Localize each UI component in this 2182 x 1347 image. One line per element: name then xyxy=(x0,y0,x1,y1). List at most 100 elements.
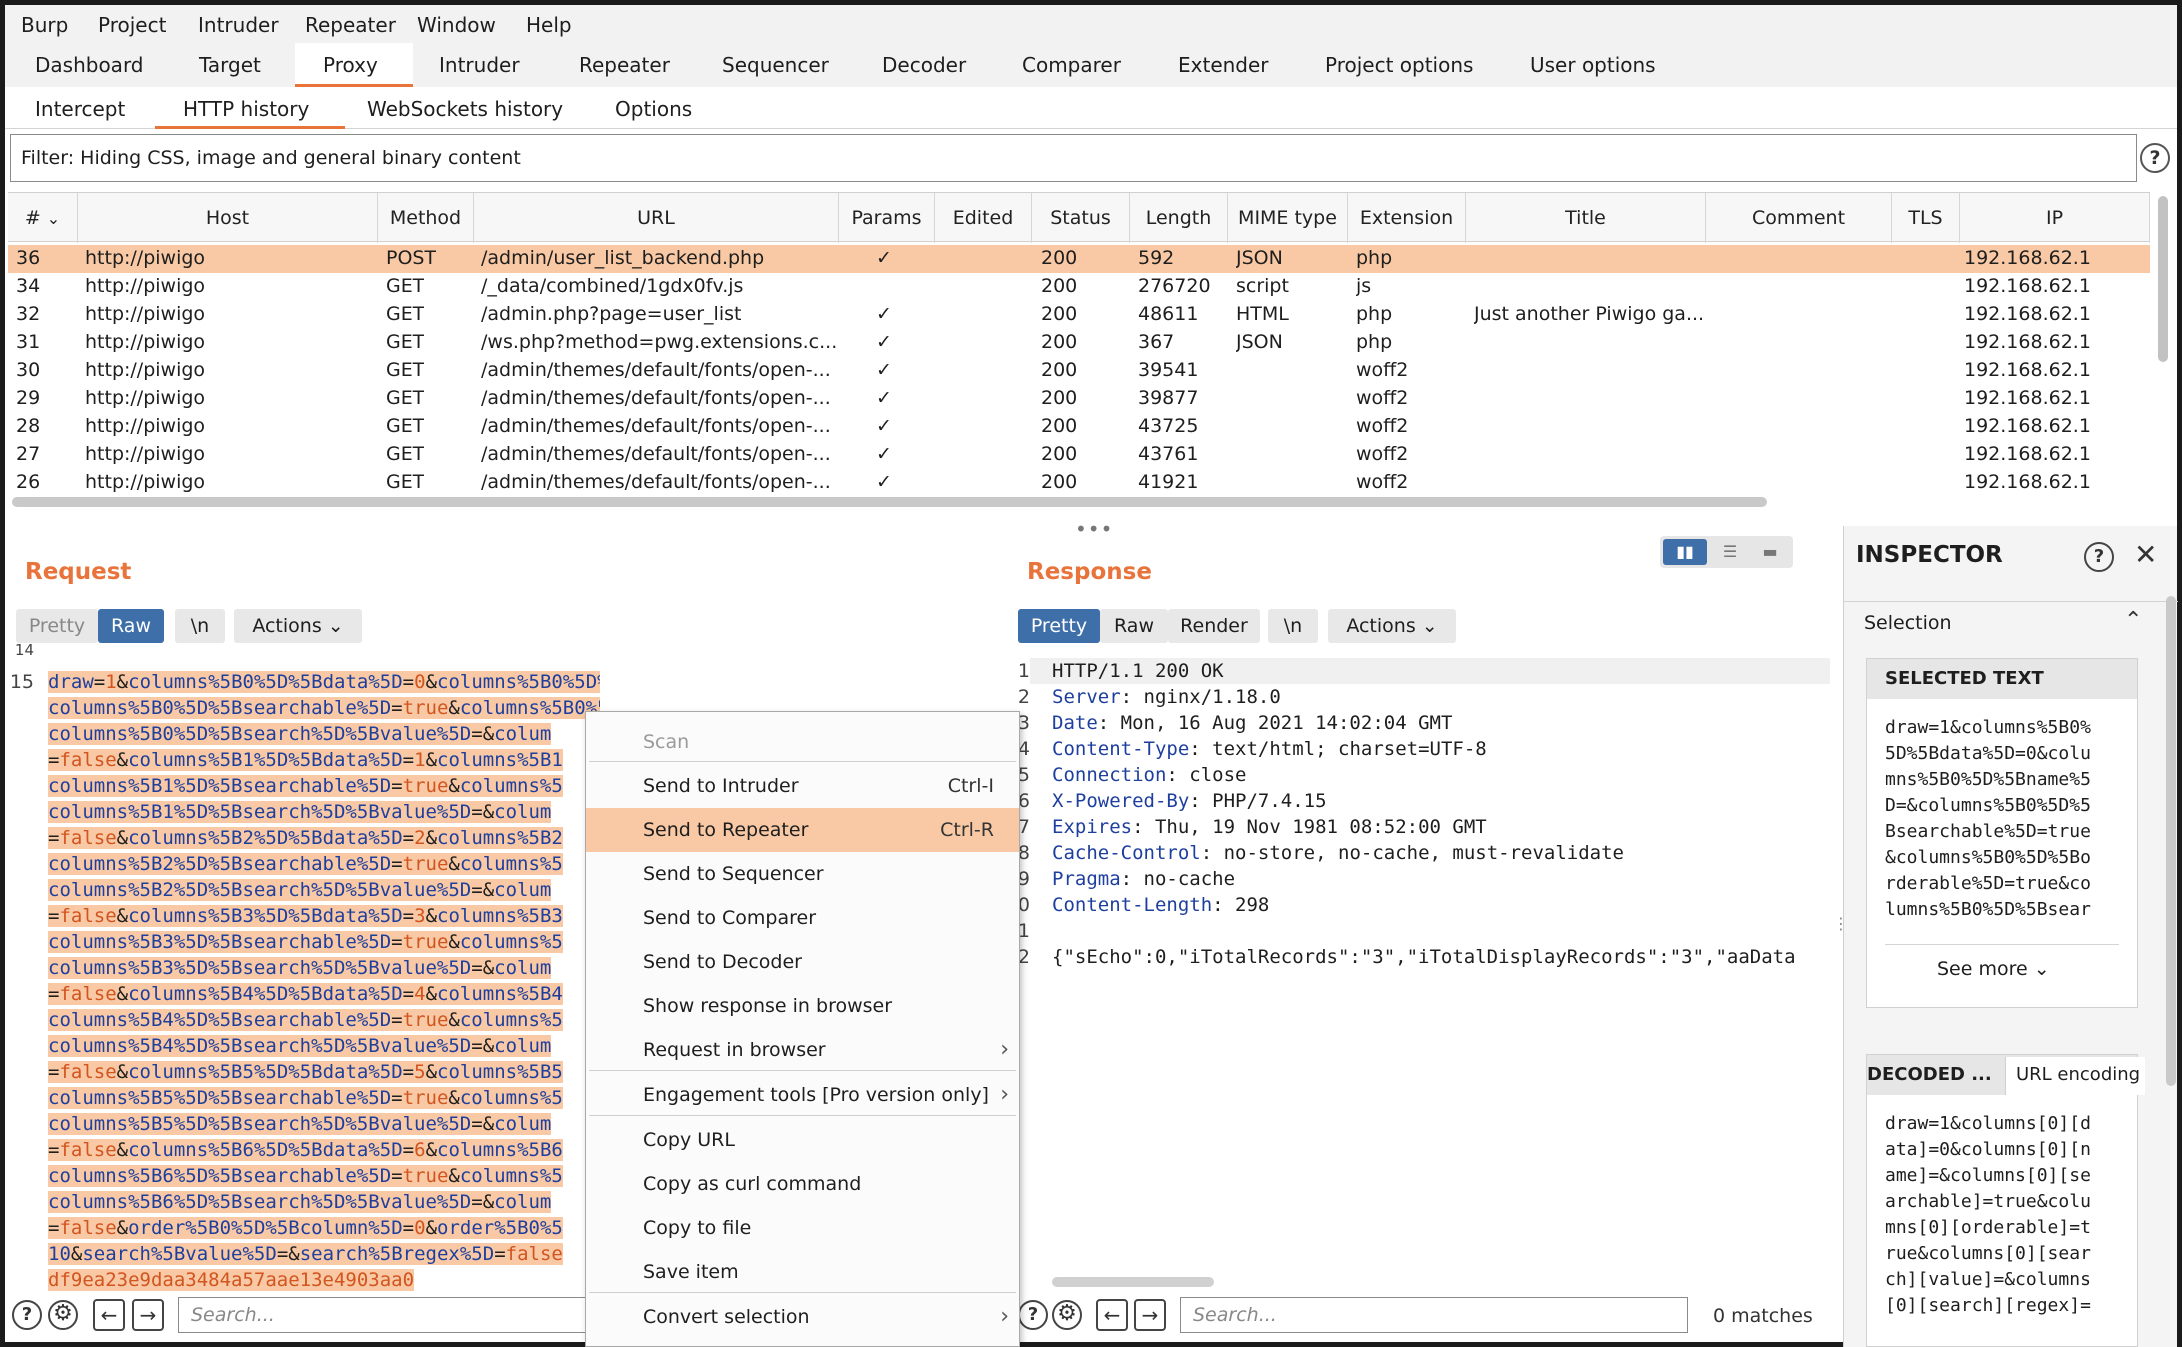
col-comment[interactable]: Comment xyxy=(1706,193,1892,243)
menu-help[interactable]: Help xyxy=(526,13,572,37)
table-row[interactable]: 26 http://piwigo GET/admin/themes/default/… xyxy=(8,469,2150,497)
table-row[interactable]: 31 http://piwigo GET/ws.php?method=pwg.ext… xyxy=(8,329,2150,357)
tab-target[interactable]: Target xyxy=(199,53,261,77)
col-extension[interactable]: Extension xyxy=(1348,193,1466,243)
context-menu-item[interactable]: Send to Repeater Ctrl-R xyxy=(586,808,1019,852)
subtab-options[interactable]: Options xyxy=(615,97,692,121)
filter-bar[interactable]: Filter: Hiding CSS, image and general bi… xyxy=(10,134,2137,182)
table-row[interactable]: 27 http://piwigo GET/admin/themes/default/… xyxy=(8,441,2150,469)
subtab-websockets-history[interactable]: WebSockets history xyxy=(367,97,563,121)
context-menu-item[interactable]: Engagement tools [Pro version only] › xyxy=(586,1073,1019,1117)
request-actions-button[interactable]: Actions ⌄ xyxy=(234,609,362,643)
request-editor[interactable]: draw=1&columns%5B0%5D%5Bdata%5D=0&column… xyxy=(0,669,600,1301)
response-render-button[interactable]: Render xyxy=(1168,609,1260,643)
col-method[interactable]: Method xyxy=(378,193,474,243)
response-actions-button[interactable]: Actions ⌄ xyxy=(1328,609,1456,643)
response-header-value: text/html; charset=UTF-8 xyxy=(1200,738,1487,760)
response-header-value: nginx/1.18.0 xyxy=(1132,686,1281,708)
request-raw-button[interactable]: Raw xyxy=(98,609,164,643)
response-editor[interactable]: HTTP/1.1 200 OK Server: nginx/1.18.0 Date:… xyxy=(1052,658,1832,978)
table-row[interactable]: 28 http://piwigo GET/admin/themes/default/… xyxy=(8,413,2150,441)
subtab-http-history[interactable]: HTTP history xyxy=(183,97,309,121)
table-vertical-scrollbar[interactable] xyxy=(2158,196,2168,362)
menu-intruder[interactable]: Intruder xyxy=(198,13,279,37)
col-status[interactable]: Status xyxy=(1032,193,1130,243)
tab-comparer[interactable]: Comparer xyxy=(1022,53,1121,77)
context-menu-item[interactable]: Convert selection › xyxy=(586,1295,1019,1339)
request-search-input[interactable]: Search... xyxy=(178,1297,586,1333)
tab-dashboard[interactable]: Dashboard xyxy=(35,53,144,77)
response-pretty-button[interactable]: Pretty xyxy=(1018,609,1100,643)
table-row[interactable]: 29 http://piwigo GET/admin/themes/default/… xyxy=(8,385,2150,413)
table-row[interactable]: 36 http://piwigo POST/admin/user_list_back… xyxy=(8,245,2150,273)
chevron-up-icon[interactable]: ⌃ xyxy=(2124,608,2142,633)
col-mime-type[interactable]: MIME type xyxy=(1228,193,1348,243)
help-icon[interactable]: ? xyxy=(2084,542,2114,572)
subtab-intercept[interactable]: Intercept xyxy=(35,97,125,121)
context-menu-item[interactable]: Send to Comparer xyxy=(586,896,1019,940)
back-arrow-icon[interactable]: ← xyxy=(93,1299,125,1331)
tab-user-options[interactable]: User options xyxy=(1530,53,1656,77)
see-more-button[interactable]: See more ⌄ xyxy=(1937,958,2050,980)
col-url[interactable]: URL xyxy=(474,193,839,243)
split-pane-handle[interactable]: ••• xyxy=(1075,517,1113,541)
menu-repeater[interactable]: Repeater xyxy=(305,13,396,37)
tab-extender[interactable]: Extender xyxy=(1178,53,1269,77)
help-icon[interactable]: ? xyxy=(12,1300,42,1330)
context-menu-label: Send to Comparer xyxy=(643,907,817,929)
table-row[interactable]: 34 http://piwigo GET /_data/combined/1gdx0f… xyxy=(8,273,2150,301)
context-menu-item[interactable]: Send to Sequencer xyxy=(586,852,1019,896)
col-edited[interactable]: Edited xyxy=(935,193,1032,243)
close-icon[interactable]: ✕ xyxy=(2134,538,2157,571)
help-icon[interactable]: ? xyxy=(1018,1300,1048,1330)
request-newline-button[interactable]: \n xyxy=(175,609,225,643)
forward-arrow-icon[interactable]: → xyxy=(1134,1299,1166,1331)
response-line-number: 1 xyxy=(1017,660,1030,682)
context-menu-item[interactable]: Send to Decoder xyxy=(586,940,1019,984)
tab-intruder[interactable]: Intruder xyxy=(439,53,520,77)
context-menu-item[interactable]: Save item xyxy=(586,1250,1019,1294)
response-search-input[interactable]: Search... xyxy=(1180,1297,1688,1333)
gear-icon[interactable]: ⚙ xyxy=(48,1300,78,1330)
context-menu-item[interactable]: Copy to file xyxy=(586,1206,1019,1250)
row-status: 200 xyxy=(1041,443,1078,465)
table-horizontal-scrollbar[interactable] xyxy=(12,497,1767,507)
table-row[interactable]: 32 http://piwigo GET/admin.php?page=user_l… xyxy=(8,301,2150,329)
request-pretty-button[interactable]: Pretty xyxy=(16,609,98,643)
stacked-layout-icon[interactable]: ☰ xyxy=(1710,539,1750,565)
context-menu-item[interactable]: Request in browser › xyxy=(586,1028,1019,1072)
col-tls[interactable]: TLS xyxy=(1892,193,1960,243)
response-newline-button[interactable]: \n xyxy=(1268,609,1318,643)
col-ip[interactable]: IP xyxy=(1960,193,2150,243)
context-menu-item[interactable]: Copy URL xyxy=(586,1118,1019,1162)
col-number[interactable]: # ⌄ xyxy=(8,193,78,243)
menu-window[interactable]: Window xyxy=(417,13,496,37)
tab-repeater[interactable]: Repeater xyxy=(579,53,670,77)
context-menu-item[interactable]: Copy as curl command xyxy=(586,1162,1019,1206)
tab-sequencer[interactable]: Sequencer xyxy=(722,53,829,77)
response-horizontal-scrollbar[interactable] xyxy=(1052,1277,1214,1287)
col-params[interactable]: Params xyxy=(839,193,935,243)
back-arrow-icon[interactable]: ← xyxy=(1096,1299,1128,1331)
help-icon[interactable]: ? xyxy=(2140,143,2170,173)
single-layout-icon[interactable]: ▬ xyxy=(1750,539,1790,565)
context-menu-item[interactable]: Send to Intruder Ctrl-I xyxy=(586,764,1019,808)
inspector-scrollbar[interactable] xyxy=(2166,596,2176,1086)
gear-icon[interactable]: ⚙ xyxy=(1052,1300,1082,1330)
col-title[interactable]: Title xyxy=(1466,193,1706,243)
row-method: GET xyxy=(386,443,425,465)
response-actions-label: Actions xyxy=(1346,615,1416,637)
forward-arrow-icon[interactable]: → xyxy=(132,1299,164,1331)
col-length[interactable]: Length xyxy=(1130,193,1228,243)
menu-project[interactable]: Project xyxy=(98,13,166,37)
menu-burp[interactable]: Burp xyxy=(21,13,68,37)
response-raw-button[interactable]: Raw xyxy=(1100,609,1168,643)
table-row[interactable]: 30 http://piwigo GET/admin/themes/default/… xyxy=(8,357,2150,385)
context-menu-item[interactable]: Show response in browser xyxy=(586,984,1019,1028)
col-host[interactable]: Host xyxy=(78,193,378,243)
tab-project-options[interactable]: Project options xyxy=(1325,53,1473,77)
tab-decoder[interactable]: Decoder xyxy=(882,53,966,77)
decoded-encoding-tab[interactable]: URL encoding xyxy=(2005,1057,2145,1095)
tab-proxy[interactable]: Proxy xyxy=(323,53,378,77)
side-by-side-layout-icon[interactable]: ▮▮ xyxy=(1663,539,1707,565)
